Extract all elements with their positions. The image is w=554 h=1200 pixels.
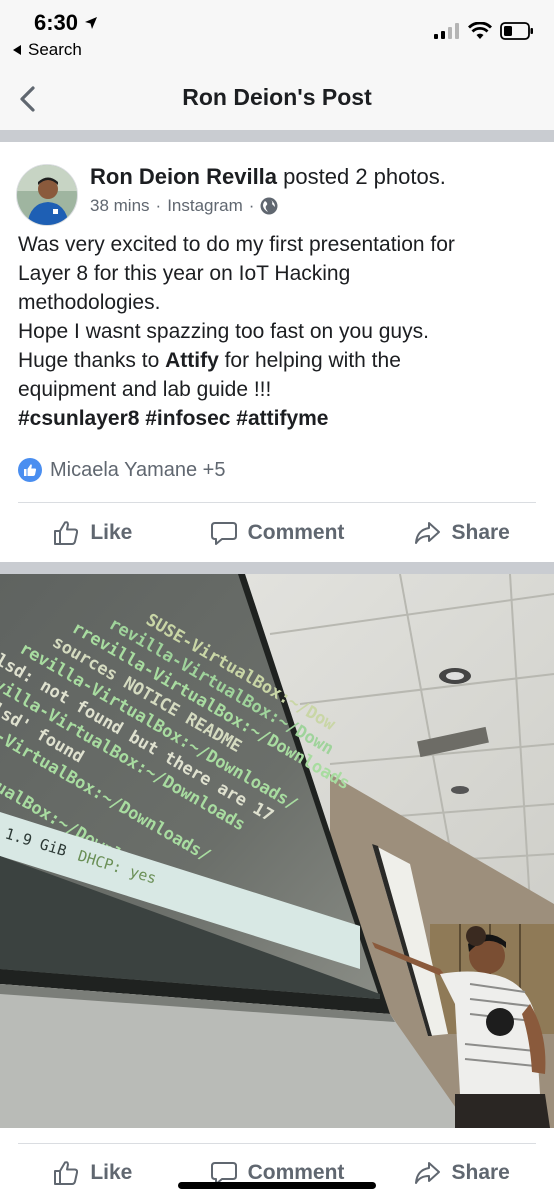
share-label: Share <box>451 1161 510 1184</box>
post-card: Ron Deion Revilla posted 2 photos. 38 mi… <box>0 142 554 562</box>
post-text-line: Layer 8 for this year on IoT Hacking <box>18 262 351 285</box>
post-text-line: Huge thanks to Attify for helping with t… <box>18 346 538 375</box>
navigation-bar: Ron Deion's Post <box>0 70 554 130</box>
comment-bubble-icon <box>210 522 237 545</box>
home-indicator[interactable] <box>178 1182 376 1189</box>
clock-time: 6:30 <box>34 10 79 35</box>
share-arrow-icon <box>415 522 441 544</box>
post-text-line: Was very excited to do my first presenta… <box>18 233 455 256</box>
post-text-segment: Huge thanks to <box>18 349 166 372</box>
back-to-search-link[interactable]: Search <box>12 40 82 60</box>
post-meta: 38 mins · Instagram · <box>90 196 278 216</box>
header-separator <box>0 130 554 142</box>
avatar-photo <box>17 165 77 225</box>
post-source: Instagram <box>167 196 243 215</box>
hashtags-line[interactable]: #csunlayer8 #infosec #attifyme <box>18 404 538 433</box>
like-label: Like <box>90 1161 133 1184</box>
back-app-label: Search <box>28 40 82 59</box>
post-action-bar: Like Comment Share <box>0 503 554 563</box>
attify-mention-link[interactable]: Attify <box>165 349 219 372</box>
post-body: Was very excited to do my first presenta… <box>18 230 538 433</box>
back-triangle-icon <box>13 45 21 55</box>
reactions-text: Micaela Yamane +5 <box>50 458 226 481</box>
photo-action-bar: Like Comment Share <box>0 1144 554 1200</box>
signal-icon <box>434 23 459 39</box>
like-button[interactable]: Like <box>0 519 185 547</box>
thumbs-up-icon <box>54 1161 79 1185</box>
avatar[interactable] <box>16 164 78 226</box>
meta-separator: · <box>155 196 162 215</box>
status-bar: 6:30 Search <box>0 0 554 70</box>
photo-separator <box>0 562 554 574</box>
page-title: Ron Deion's Post <box>182 84 372 110</box>
like-reaction-icon <box>18 458 42 482</box>
post-text-line: Hope I wasnt spazzing too fast on you gu… <box>18 320 429 343</box>
system-indicators <box>434 22 534 40</box>
author-name-link[interactable]: Ron Deion Revilla <box>90 164 277 189</box>
share-button[interactable]: Share <box>369 519 554 547</box>
like-label: Like <box>90 521 133 544</box>
comment-label: Comment <box>247 521 345 544</box>
post-action-text: posted 2 photos. <box>283 164 446 189</box>
globe-icon <box>260 197 278 215</box>
wifi-icon <box>468 22 492 39</box>
post-author-line: Ron Deion Revilla posted 2 photos. <box>90 164 446 190</box>
thumbs-up-icon <box>54 521 79 545</box>
post-photo[interactable]: SUSE-VirtualBox:~/Dow revilla-VirtualBox… <box>0 574 554 1128</box>
battery-icon <box>500 22 533 40</box>
comment-button[interactable]: Comment <box>185 519 370 547</box>
post-text-line: methodologies. <box>18 291 161 314</box>
post-text-line: equipment and lab guide !!! <box>18 378 272 401</box>
share-button[interactable]: Share <box>369 1159 554 1187</box>
location-arrow-icon <box>85 17 98 29</box>
reactions-summary[interactable]: Micaela Yamane +5 <box>18 458 225 482</box>
meta-separator: · <box>248 196 255 215</box>
post-text-segment: for helping with the <box>218 349 401 372</box>
clock: 6:30 <box>34 10 98 36</box>
like-button[interactable]: Like <box>0 1159 185 1187</box>
post-timestamp[interactable]: 38 mins <box>90 196 150 216</box>
share-label: Share <box>451 521 510 544</box>
presentation-photo: SUSE-VirtualBox:~/Dow revilla-VirtualBox… <box>0 574 554 1128</box>
share-arrow-icon <box>415 1162 441 1184</box>
